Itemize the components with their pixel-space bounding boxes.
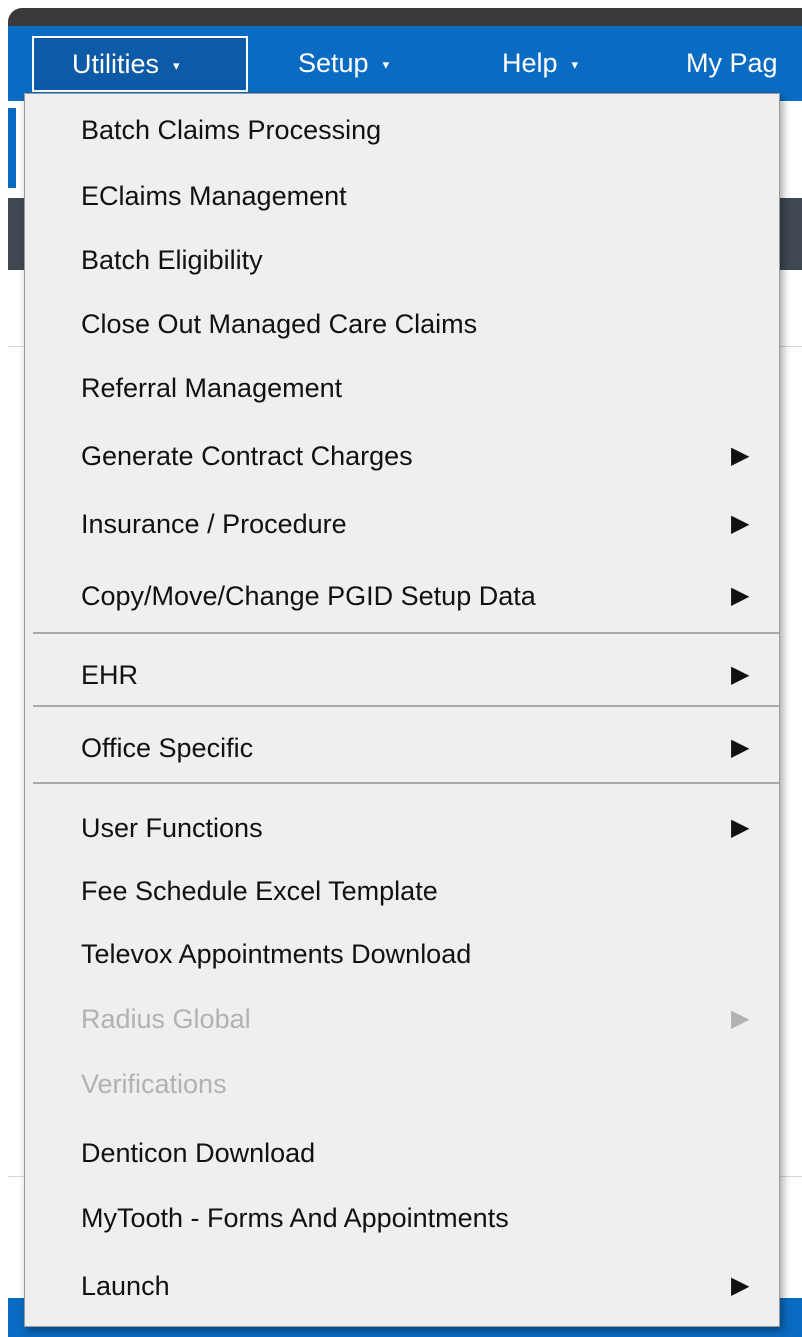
nav-setup-label: Setup: [298, 48, 369, 78]
menu-item-label: Verifications: [81, 1069, 227, 1099]
menu-item-copy-move-change-pgid[interactable]: Copy/Move/Change PGID Setup Data ▶: [25, 568, 779, 624]
submenu-arrow-icon: ▶: [731, 1005, 750, 1032]
menu-item-label: Batch Claims Processing: [81, 115, 382, 145]
submenu-arrow-icon: ▶: [731, 734, 750, 761]
caret-down-icon: ▾: [571, 57, 579, 72]
menu-item-eclaims-management[interactable]: EClaims Management: [25, 168, 779, 224]
caret-down-icon: ▾: [173, 58, 180, 73]
menu-item-label: Televox Appointments Download: [81, 939, 472, 969]
title-strip: [8, 8, 802, 28]
menu-separator: [33, 705, 779, 707]
menu-item-insurance-procedure[interactable]: Insurance / Procedure ▶: [25, 496, 779, 552]
menu-item-referral-management[interactable]: Referral Management: [25, 360, 779, 416]
menu-item-denticon-download[interactable]: Denticon Download: [25, 1125, 779, 1181]
menu-item-batch-claims-processing[interactable]: Batch Claims Processing: [25, 102, 779, 158]
nav-my-page-label: My Pag: [686, 48, 778, 78]
menu-item-label: Copy/Move/Change PGID Setup Data: [81, 581, 536, 611]
menu-item-label: EHR: [81, 660, 139, 690]
submenu-arrow-icon: ▶: [731, 661, 750, 688]
top-navbar: Utilities ▾ Setup ▾ Help ▾ My Pag: [8, 26, 802, 101]
menu-item-label: Referral Management: [81, 373, 343, 403]
menu-item-label: MyTooth - Forms And Appointments: [81, 1203, 509, 1233]
menu-item-label: Launch: [81, 1271, 170, 1301]
menu-item-label: EClaims Management: [81, 181, 347, 211]
menu-item-label: User Functions: [81, 813, 263, 843]
menu-separator: [33, 782, 779, 784]
nav-setup[interactable]: Setup ▾: [298, 38, 389, 88]
menu-item-televox-appointments-download[interactable]: Televox Appointments Download: [25, 926, 779, 982]
menu-separator: [33, 632, 779, 634]
menu-item-label: Fee Schedule Excel Template: [81, 876, 438, 906]
nav-help-label: Help: [502, 48, 558, 78]
menu-item-label: Office Specific: [81, 733, 254, 763]
submenu-arrow-icon: ▶: [731, 510, 750, 537]
menu-item-mytooth-forms-and-appointments[interactable]: MyTooth - Forms And Appointments: [25, 1190, 779, 1246]
submenu-arrow-icon: ▶: [731, 814, 750, 841]
submenu-arrow-icon: ▶: [731, 1272, 750, 1299]
menu-item-label: Insurance / Procedure: [81, 509, 347, 539]
menu-item-user-functions[interactable]: User Functions ▶: [25, 800, 779, 856]
menu-item-launch[interactable]: Launch ▶: [25, 1258, 779, 1314]
nav-utilities[interactable]: Utilities ▾: [32, 36, 248, 92]
menu-item-radius-global: Radius Global ▶: [25, 991, 779, 1047]
caret-down-icon: ▾: [382, 57, 390, 72]
menu-item-ehr[interactable]: EHR ▶: [25, 647, 779, 703]
utilities-dropdown-menu: Batch Claims Processing EClaims Manageme…: [24, 93, 780, 1327]
menu-item-close-out-managed-care-claims[interactable]: Close Out Managed Care Claims: [25, 296, 779, 352]
background-edge: [8, 108, 16, 188]
menu-item-label: Denticon Download: [81, 1138, 316, 1168]
menu-item-fee-schedule-excel-template[interactable]: Fee Schedule Excel Template: [25, 863, 779, 919]
menu-item-label: Batch Eligibility: [81, 245, 263, 275]
menu-item-label: Generate Contract Charges: [81, 441, 413, 471]
menu-item-verifications: Verifications: [25, 1056, 779, 1112]
window-frame: [0, 0, 802, 8]
nav-utilities-label: Utilities: [72, 49, 160, 79]
menu-item-office-specific[interactable]: Office Specific ▶: [25, 720, 779, 776]
menu-item-batch-eligibility[interactable]: Batch Eligibility: [25, 232, 779, 288]
submenu-arrow-icon: ▶: [731, 442, 750, 469]
nav-my-page[interactable]: My Pag: [686, 38, 778, 88]
submenu-arrow-icon: ▶: [731, 582, 750, 609]
menu-item-generate-contract-charges[interactable]: Generate Contract Charges ▶: [25, 428, 779, 484]
menu-item-label: Radius Global: [81, 1004, 251, 1034]
nav-help[interactable]: Help ▾: [502, 38, 578, 88]
menu-item-label: Close Out Managed Care Claims: [81, 309, 478, 339]
